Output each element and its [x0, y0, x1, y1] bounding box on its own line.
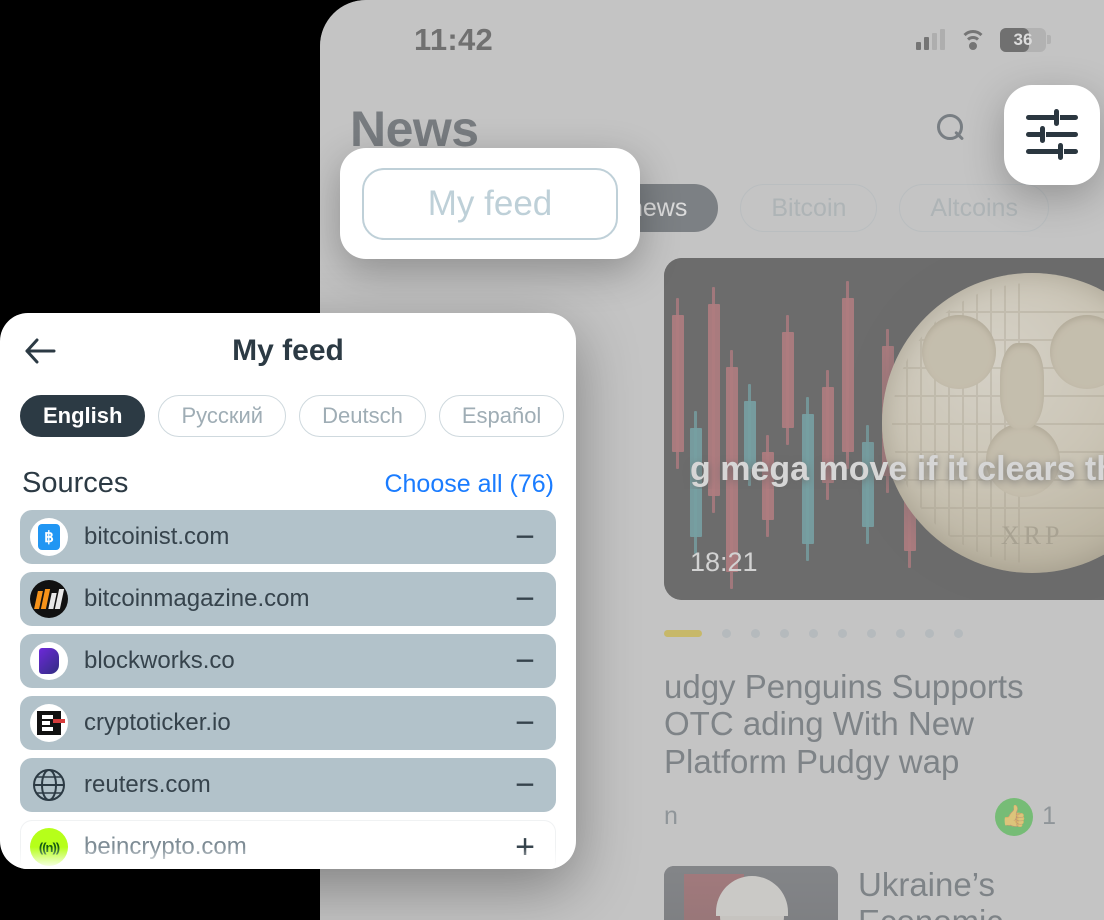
back-arrow-icon	[25, 338, 56, 364]
tab-bitcoin[interactable]: Bitcoin	[740, 184, 878, 232]
cryptoticker-logo-icon	[30, 704, 68, 742]
source-remove-button[interactable]: −	[512, 644, 538, 678]
pager-dot[interactable]	[925, 628, 934, 638]
source-name: reuters.com	[84, 771, 211, 798]
language-chip-russian[interactable]: Русский	[158, 395, 287, 437]
status-clock: 11:42	[414, 22, 494, 57]
language-chip-spanish[interactable]: Español	[438, 395, 565, 437]
source-remove-button[interactable]: −	[512, 582, 538, 616]
news-source: n	[664, 802, 678, 831]
news-headline: Ukraine’s Economic Lifeline: Yellen’s Ca…	[858, 865, 1003, 920]
sliders-filter-icon	[1026, 109, 1078, 160]
chip-label: Español	[461, 403, 542, 428]
sources-label: Sources	[22, 467, 129, 499]
source-row-blockworks[interactable]: blockworks.co −	[20, 634, 556, 688]
news-list: udgy Penguins Supports OTC ading With Ne…	[664, 660, 1082, 920]
tab-altcoins[interactable]: Altcoins	[899, 184, 1049, 232]
source-remove-button[interactable]: −	[512, 520, 538, 554]
source-name: cryptoticker.io	[84, 709, 231, 736]
source-name: bitcoinist.com	[84, 523, 230, 550]
battery-percent: 36	[1013, 30, 1033, 49]
hero-news-card[interactable]: XRP g mega move if it clears this 18:21 …	[664, 258, 1104, 600]
news-reaction-count: 1	[1042, 802, 1056, 831]
cellular-signal-icon	[916, 29, 945, 50]
blockworks-logo-icon	[30, 642, 68, 680]
spotlight-my-feed-tab[interactable]: My feed	[340, 148, 640, 259]
pager-dot[interactable]	[867, 628, 876, 638]
hero-footer: 18:21 👍 📉 🚀 6	[664, 524, 1104, 600]
screenshot-stage: 11:42 36 News My feed Latest news Bitcoi…	[0, 0, 1104, 920]
source-name: blockworks.co	[84, 647, 235, 674]
news-row: Ukraine’s Economic Lifeline: Yellen’s Ca…	[664, 865, 1082, 920]
my-feed-tab-highlight[interactable]: My feed	[362, 167, 618, 240]
carousel-pagination[interactable]	[664, 627, 963, 639]
pager-dot[interactable]	[896, 628, 905, 638]
source-row-bitcoinist[interactable]: ฿ bitcoinist.com −	[20, 510, 556, 564]
status-indicators: 36	[916, 28, 1051, 52]
news-thumbnail	[664, 865, 838, 920]
status-bar: 11:42 36	[320, 0, 1104, 70]
pager-dot[interactable]	[954, 628, 963, 638]
pager-dot[interactable]	[722, 628, 731, 638]
search-button[interactable]	[928, 105, 972, 149]
my-feed-panel: My feed English Русский Deutsch Español …	[0, 313, 576, 869]
source-row-bitcoinmagazine[interactable]: bitcoinmagazine.com −	[20, 572, 556, 626]
news-headline: udgy Penguins Supports OTC ading With Ne…	[664, 668, 1024, 780]
thumbs-up-icon[interactable]: 👍	[995, 797, 1034, 836]
language-chip-german[interactable]: Deutsch	[299, 395, 426, 437]
pager-active-indicator[interactable]	[664, 629, 702, 637]
list-fade	[0, 847, 576, 869]
battery-icon: 36	[1000, 28, 1051, 52]
list-item[interactable]: udgy Penguins Supports OTC ading With Ne…	[664, 660, 1082, 836]
source-row-reuters[interactable]: reuters.com −	[20, 758, 556, 812]
pager-dot[interactable]	[838, 628, 847, 638]
language-chip-english[interactable]: English	[20, 395, 146, 437]
filter-button[interactable]	[1004, 85, 1100, 185]
panel-title: My feed	[232, 334, 344, 367]
pager-dot[interactable]	[780, 628, 789, 638]
pager-dot[interactable]	[751, 628, 760, 638]
hero-headline: g mega move if it clears this	[690, 450, 1104, 488]
source-remove-button[interactable]: −	[512, 768, 538, 802]
chip-label: Deutsch	[322, 403, 403, 428]
source-row-cryptoticker[interactable]: cryptoticker.io −	[20, 696, 556, 750]
globe-logo-icon	[30, 766, 68, 804]
sources-header: Sources Choose all (76)	[0, 437, 576, 500]
chip-label: Русский	[181, 403, 264, 428]
hero-timestamp: 18:21	[690, 546, 758, 577]
news-reaction[interactable]: 👍 1	[995, 797, 1056, 836]
choose-all-link[interactable]: Choose all (76)	[384, 470, 554, 499]
back-button[interactable]	[18, 329, 62, 373]
source-name: bitcoinmagazine.com	[84, 585, 310, 612]
bitcoinmagazine-logo-icon	[30, 580, 68, 618]
sources-list: ฿ bitcoinist.com − bitcoinmagazine.com −	[0, 500, 576, 869]
bitcoinist-logo-icon: ฿	[30, 518, 68, 556]
tab-label: Bitcoin	[771, 193, 847, 222]
wifi-icon	[959, 30, 986, 50]
source-remove-button[interactable]: −	[512, 706, 538, 740]
list-item[interactable]: Ukraine’s Economic Lifeline: Yellen’s Ca…	[664, 858, 1082, 920]
chip-label: English	[43, 403, 123, 428]
tab-label: Altcoins	[930, 193, 1018, 222]
pager-dot[interactable]	[809, 628, 818, 638]
news-meta: n 👍 1	[664, 797, 1082, 836]
language-filter-row[interactable]: English Русский Deutsch Español العربية	[0, 395, 576, 437]
search-icon	[937, 114, 963, 140]
panel-header: My feed	[0, 313, 576, 389]
